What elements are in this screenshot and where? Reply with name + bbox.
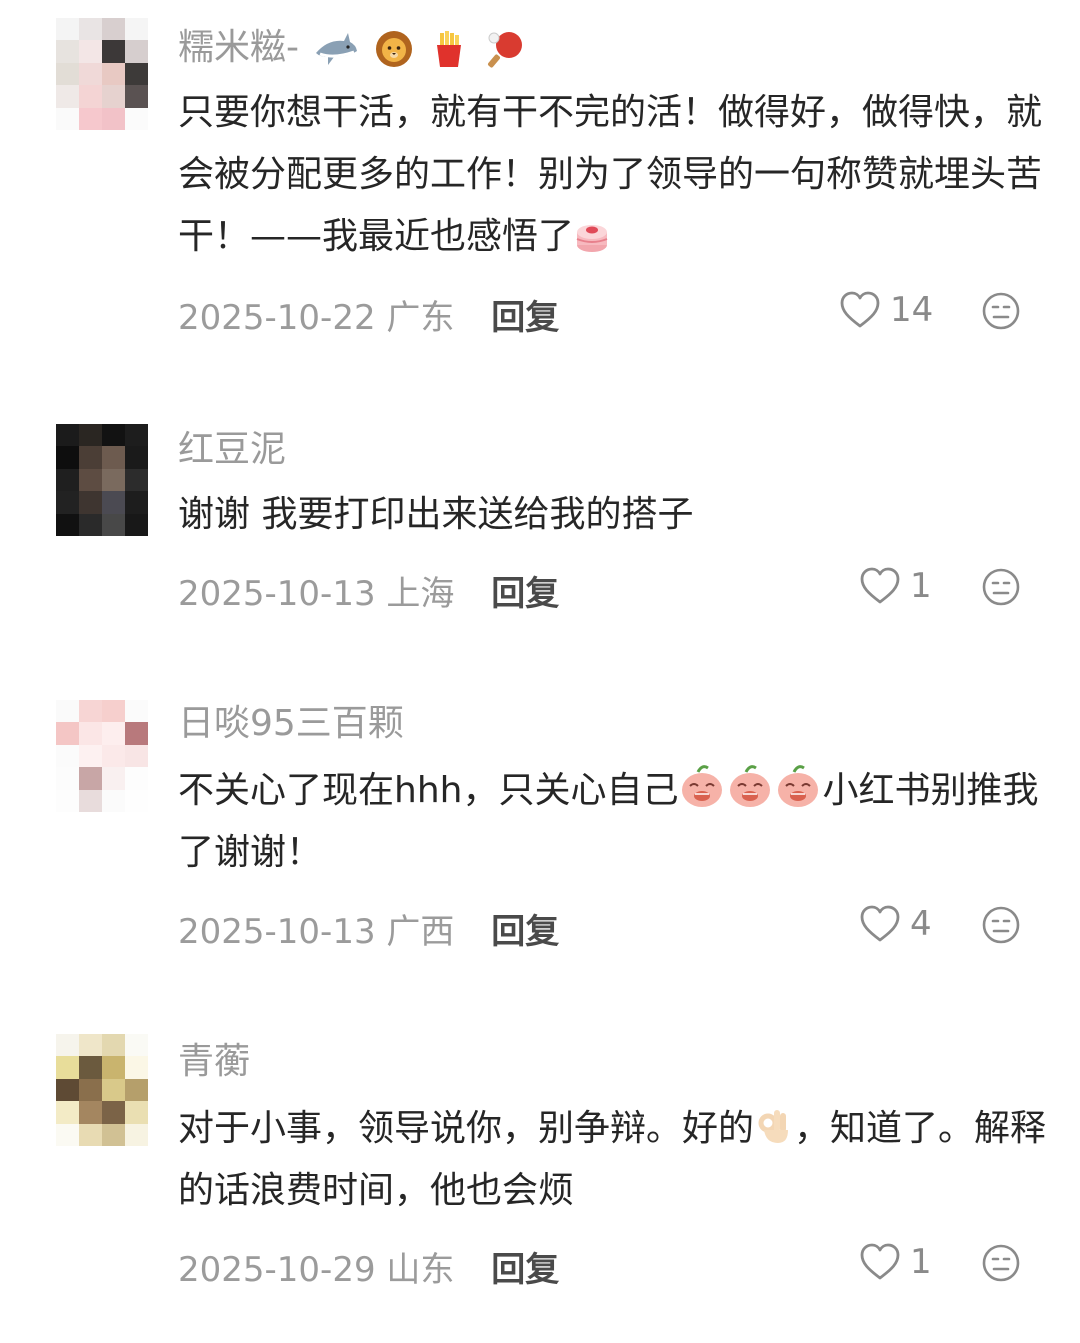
- comment-date: 2025-10-29: [178, 1250, 376, 1290]
- like-count: 14: [890, 290, 934, 330]
- comment-text: 谢谢 我要打印出来送给我的搭子: [178, 494, 694, 535]
- like-count: 1: [910, 1242, 932, 1282]
- comment-text: 只要你想干活，就有干不完的活！做得好，做得快，就会被分配更多的工作！别为了领导的…: [178, 92, 1043, 257]
- like-button[interactable]: 14: [840, 290, 933, 330]
- like-button[interactable]: 1: [860, 566, 932, 606]
- comment-date: 2025-10-13: [178, 912, 376, 952]
- comment-meta: 2025-10-22 广东 回复: [178, 290, 559, 339]
- comment-meta: 2025-10-13 广西 回复: [178, 904, 559, 953]
- reply-button[interactable]: 回复: [491, 574, 559, 614]
- comment-date: 2025-10-13: [178, 574, 376, 614]
- neutral-face-icon: [982, 1244, 1020, 1282]
- dislike-button[interactable]: [982, 292, 1020, 334]
- shark-emoji-icon: [316, 33, 358, 65]
- neutral-face-icon: [982, 568, 1020, 606]
- username[interactable]: 日啖95三百颗: [178, 702, 404, 745]
- comment-location: 上海: [386, 574, 455, 614]
- neutral-face-icon: [982, 292, 1020, 330]
- neutral-face-icon: [982, 906, 1020, 944]
- comment-location: 山东: [386, 1250, 455, 1290]
- peach-face-emoji-icon: [682, 765, 723, 807]
- comment-location: 广东: [386, 298, 455, 338]
- ping-pong-emoji-icon: [487, 32, 522, 68]
- lion-emoji-icon: [375, 31, 412, 67]
- like-button[interactable]: 4: [860, 904, 932, 944]
- heart-outline-icon: [860, 1243, 900, 1280]
- comment-date: 2025-10-22: [178, 298, 376, 338]
- dislike-button[interactable]: [982, 1244, 1020, 1286]
- comment-text: 不关心了现在hhh，只关心自己 小红书别推我了谢谢！: [178, 760, 1048, 884]
- comment-text: 对于小事，领导说你，别争辩。好的 ，知道了。解释的话浪费时间，他也会烦: [178, 1108, 1047, 1211]
- like-count: 4: [910, 904, 932, 944]
- cake-emoji-icon: [576, 225, 608, 252]
- dislike-button[interactable]: [982, 906, 1020, 948]
- heart-outline-icon: [860, 567, 900, 604]
- comment-meta: 2025-10-29 山东 回复: [178, 1242, 559, 1291]
- heart-outline-icon: [860, 905, 900, 942]
- username[interactable]: 红豆泥: [178, 428, 286, 471]
- like-button[interactable]: 1: [860, 1242, 932, 1282]
- avatar[interactable]: [56, 1034, 148, 1146]
- fries-emoji-icon: [437, 31, 462, 67]
- ok-hand-emoji-icon: [758, 1110, 789, 1143]
- peach-face-emoji-icon: [778, 765, 819, 807]
- like-count: 1: [910, 566, 932, 606]
- reply-button[interactable]: 回复: [491, 298, 559, 338]
- comment-meta: 2025-10-13 上海 回复: [178, 566, 559, 615]
- username[interactable]: 糯米糍-: [178, 26, 525, 69]
- reply-button[interactable]: 回复: [491, 912, 559, 952]
- peach-face-emoji-icon: [730, 765, 771, 807]
- avatar[interactable]: [56, 424, 148, 536]
- reply-button[interactable]: 回复: [491, 1250, 559, 1290]
- avatar[interactable]: [56, 18, 148, 130]
- username[interactable]: 青蘅: [178, 1040, 250, 1083]
- heart-outline-icon: [840, 291, 880, 328]
- comment-location: 广西: [386, 912, 455, 952]
- avatar[interactable]: [56, 700, 148, 812]
- dislike-button[interactable]: [982, 568, 1020, 610]
